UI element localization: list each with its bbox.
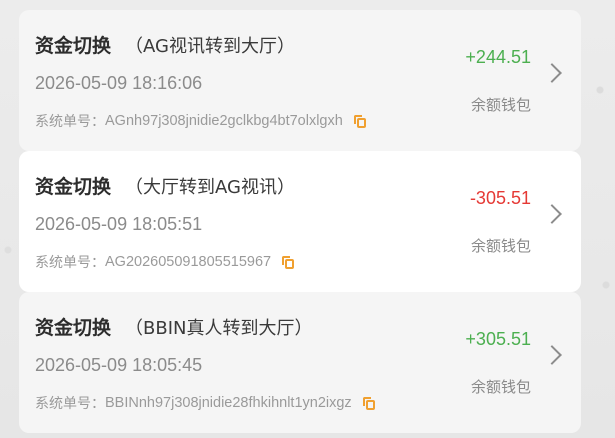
transfer-direction: （BBIN真人转到大厅） — [125, 318, 313, 339]
transaction-title-row: 资金切换 （AG视讯转到大厅） — [35, 31, 295, 58]
transaction-time: 2026-05-09 18:05:51 — [35, 214, 203, 234]
copy-icon[interactable] — [282, 255, 295, 269]
order-number-row: 系统单号： AG202605091805515967 — [35, 252, 295, 272]
wallet-type: 余额钱包 — [470, 96, 531, 114]
transaction-type: 资金切换 — [35, 317, 112, 339]
transaction-card[interactable]: 资金切换 （AG视讯转到大厅） 2026-05-09 18:16:06 系统单号：… — [19, 10, 581, 151]
chevron-right-icon[interactable] — [542, 345, 562, 365]
order-number-label: 系统单号： — [35, 114, 105, 130]
order-number-value: AG202605091805515967 — [105, 254, 272, 270]
order-number-label: 系统单号： — [35, 396, 105, 412]
transfer-direction: （AG视讯转到大厅） — [125, 36, 295, 57]
wallet-type: 余额钱包 — [470, 378, 531, 396]
transaction-time: 2026-05-09 18:05:45 — [35, 355, 203, 375]
transaction-list: 资金切换 （AG视讯转到大厅） 2026-05-09 18:16:06 系统单号：… — [19, 10, 581, 433]
transaction-amount: -305.51 — [469, 188, 531, 208]
copy-icon[interactable] — [362, 396, 375, 410]
wallet-type: 余额钱包 — [470, 237, 531, 255]
transfer-direction: （大厅转到AG视讯） — [125, 177, 295, 198]
transaction-title-row: 资金切换 （大厅转到AG视讯） — [35, 172, 295, 199]
transaction-amount: +244.51 — [465, 47, 531, 67]
order-number-label: 系统单号： — [35, 255, 105, 271]
transaction-time: 2026-05-09 18:16:06 — [35, 73, 203, 93]
chevron-right-icon[interactable] — [542, 63, 562, 83]
order-number-value: BBINnh97j308jnidie28fhkihnlt1yn2ixgz — [105, 395, 352, 411]
transaction-type: 资金切换 — [35, 176, 112, 198]
order-number-row: 系统单号： BBINnh97j308jnidie28fhkihnlt1yn2ix… — [35, 393, 375, 413]
transaction-card[interactable]: 资金切换 （BBIN真人转到大厅） 2026-05-09 18:05:45 系统单… — [19, 292, 581, 433]
transaction-card[interactable]: 资金切换 （大厅转到AG视讯） 2026-05-09 18:05:51 系统单号：… — [19, 151, 581, 292]
transaction-amount: +305.51 — [465, 329, 531, 349]
order-number-value: AGnh97j308jnidie2gclkbg4bt7olxlgxh — [105, 113, 343, 129]
transaction-type: 资金切换 — [35, 35, 112, 57]
transaction-title-row: 资金切换 （BBIN真人转到大厅） — [35, 313, 313, 340]
chevron-right-icon[interactable] — [542, 204, 562, 224]
copy-icon[interactable] — [353, 114, 366, 128]
order-number-row: 系统单号： AGnh97j308jnidie2gclkbg4bt7olxlgxh — [35, 111, 366, 131]
